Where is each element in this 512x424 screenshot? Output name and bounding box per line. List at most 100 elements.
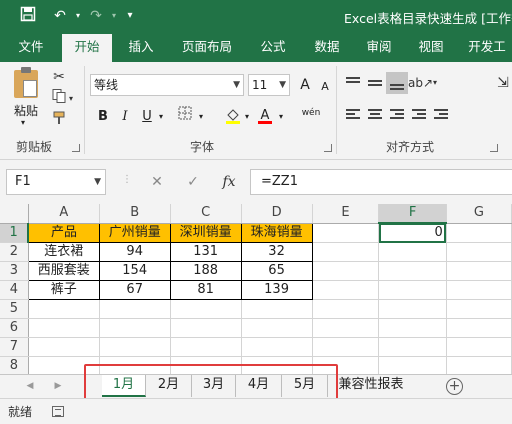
- font-color-button[interactable]: A: [254, 106, 276, 128]
- data-cell[interactable]: 西服套装: [27, 261, 100, 281]
- cell[interactable]: [378, 280, 447, 300]
- cell[interactable]: [446, 261, 512, 281]
- row-header[interactable]: 6: [0, 318, 29, 338]
- column-header[interactable]: G: [446, 204, 512, 224]
- cell[interactable]: [446, 242, 512, 262]
- column-header[interactable]: C: [170, 204, 242, 224]
- data-cell[interactable]: 连衣裙: [27, 242, 100, 262]
- select-all-corner[interactable]: [0, 204, 29, 224]
- decrease-indent-button[interactable]: [408, 104, 430, 126]
- cell[interactable]: [99, 356, 171, 374]
- italic-button[interactable]: I: [114, 106, 136, 128]
- cell[interactable]: [378, 318, 447, 338]
- alignment-dialog-launcher-icon[interactable]: [490, 144, 498, 152]
- cell[interactable]: [241, 337, 313, 357]
- tab-home[interactable]: 开始: [62, 34, 112, 62]
- font-size-select[interactable]: 11 ▼: [248, 74, 290, 96]
- borders-dropdown-icon[interactable]: ▾: [196, 106, 206, 128]
- header-cell[interactable]: 产品: [27, 222, 100, 243]
- phonetic-guide-button[interactable]: wén: [298, 102, 324, 124]
- tab-page-layout[interactable]: 页面布局: [172, 34, 242, 62]
- cancel-formula-button[interactable]: ✕: [144, 169, 170, 195]
- insert-function-button[interactable]: fx: [216, 169, 242, 195]
- cell[interactable]: [28, 356, 100, 374]
- data-cell[interactable]: 94: [98, 242, 171, 262]
- orientation-dropdown-icon[interactable]: ▾: [430, 72, 440, 94]
- column-header[interactable]: A: [28, 204, 100, 224]
- fill-color-dropdown-icon[interactable]: ▾: [242, 106, 252, 128]
- cell[interactable]: [241, 356, 313, 374]
- scroll-sheets-left-icon[interactable]: ◀: [22, 378, 38, 394]
- grow-font-button[interactable]: A: [294, 74, 316, 96]
- macro-record-icon[interactable]: [52, 406, 64, 417]
- formula-input[interactable]: =ZZ1: [250, 169, 512, 195]
- scroll-sheets-right-icon[interactable]: ▶: [50, 378, 66, 394]
- cell[interactable]: [446, 356, 512, 374]
- cell[interactable]: [312, 299, 380, 319]
- tab-formulas[interactable]: 公式: [250, 34, 296, 62]
- column-header[interactable]: F: [378, 204, 447, 224]
- cell[interactable]: [312, 261, 380, 281]
- middle-align-button[interactable]: [364, 72, 386, 94]
- column-header[interactable]: B: [99, 204, 171, 224]
- increase-indent-button[interactable]: [430, 104, 452, 126]
- customize-quick-access-icon[interactable]: ▾: [120, 6, 140, 26]
- wrap-text-icon[interactable]: ⇲: [494, 72, 512, 94]
- font-dialog-launcher-icon[interactable]: [324, 144, 332, 152]
- enter-formula-button[interactable]: ✓: [180, 169, 206, 195]
- sheet-tab-3[interactable]: 3月: [192, 375, 236, 397]
- cell[interactable]: [170, 337, 242, 357]
- data-cell[interactable]: 裤子: [27, 280, 100, 300]
- header-cell[interactable]: 广州销量: [98, 222, 171, 243]
- sheet-tab-1[interactable]: 1月: [102, 375, 146, 397]
- copy-dropdown-icon[interactable]: ▾: [66, 88, 76, 110]
- row-header[interactable]: 3: [0, 261, 29, 281]
- sheet-tab-2[interactable]: 2月: [146, 375, 192, 397]
- sheet-tab-compat-report[interactable]: 兼容性报表: [334, 375, 408, 397]
- clipboard-dialog-launcher-icon[interactable]: [72, 144, 80, 152]
- row-header[interactable]: 2: [0, 242, 29, 262]
- sheet-tab-4[interactable]: 4月: [236, 375, 282, 397]
- cell[interactable]: [28, 318, 100, 338]
- tab-data[interactable]: 数据: [304, 34, 350, 62]
- tab-file[interactable]: 文件: [8, 34, 54, 62]
- data-cell[interactable]: 154: [98, 261, 171, 281]
- header-cell[interactable]: 深圳销量: [169, 222, 242, 243]
- tab-insert[interactable]: 插入: [118, 34, 164, 62]
- cell[interactable]: [312, 337, 380, 357]
- name-box[interactable]: F1 ▼: [6, 169, 106, 195]
- data-cell[interactable]: 188: [169, 261, 242, 281]
- bold-button[interactable]: B: [92, 106, 114, 128]
- cell[interactable]: [312, 280, 380, 300]
- format-painter-icon[interactable]: [48, 110, 70, 132]
- row-header[interactable]: 7: [0, 337, 29, 357]
- align-center-button[interactable]: [364, 104, 386, 126]
- row-header[interactable]: 8: [0, 356, 29, 374]
- cell[interactable]: [28, 337, 100, 357]
- data-cell[interactable]: 67: [98, 280, 171, 300]
- cell[interactable]: [378, 337, 447, 357]
- splitter-dots-icon[interactable]: ⋮: [122, 174, 132, 185]
- cut-icon[interactable]: ✂: [48, 66, 70, 88]
- cell[interactable]: [378, 261, 447, 281]
- cell[interactable]: [312, 318, 380, 338]
- tab-developer[interactable]: 开发工: [462, 34, 512, 62]
- row-header[interactable]: 1: [0, 223, 30, 243]
- bottom-align-button[interactable]: [386, 72, 408, 94]
- row-header[interactable]: 4: [0, 280, 29, 300]
- cell[interactable]: [378, 356, 447, 374]
- data-cell[interactable]: 139: [240, 280, 313, 300]
- undo-dropdown-icon[interactable]: ▾: [68, 6, 88, 26]
- cell[interactable]: [312, 223, 380, 243]
- cell[interactable]: [378, 242, 447, 262]
- fill-color-button[interactable]: [222, 106, 244, 128]
- active-cell-f1[interactable]: 0: [378, 223, 447, 243]
- tab-review[interactable]: 审阅: [356, 34, 402, 62]
- cell[interactable]: [312, 242, 380, 262]
- cell[interactable]: [241, 318, 313, 338]
- data-cell[interactable]: 32: [240, 242, 313, 262]
- data-cell[interactable]: 65: [240, 261, 313, 281]
- cell[interactable]: [241, 299, 313, 319]
- shrink-font-button[interactable]: A: [314, 76, 336, 98]
- cell[interactable]: [99, 337, 171, 357]
